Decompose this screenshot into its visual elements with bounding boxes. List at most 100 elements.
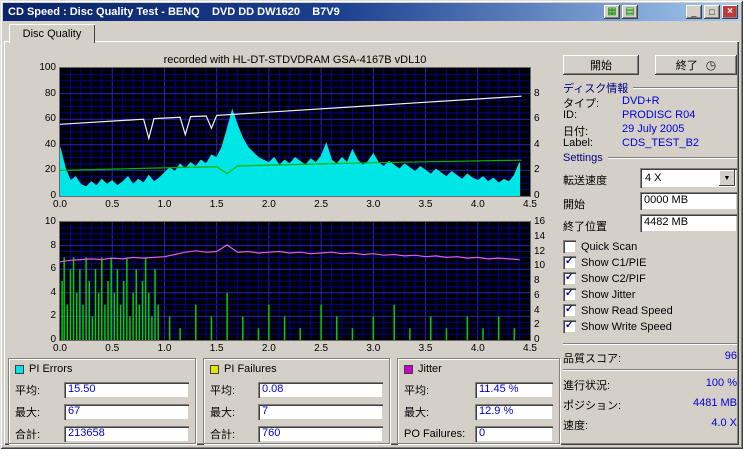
title-bar: CD Speed : Disc Quality Test - BENQ DVD …: [3, 3, 740, 21]
checkbox-label: Quick Scan: [581, 240, 638, 253]
pi-failures-box: PI Failures 平均: 0.08 最大: 7 合計: 760: [203, 358, 390, 444]
chevron-down-icon[interactable]: ▼: [719, 170, 735, 186]
settings-heading: Settings: [563, 152, 737, 164]
progress-row: 進行状況: 100 %: [563, 377, 737, 393]
quality-score-row: 品質スコア: 96: [563, 350, 737, 366]
speed-label: 速度:: [563, 420, 589, 432]
settings-heading-label: Settings: [563, 152, 603, 164]
disc-id-row: ID: PRODISC R04: [563, 109, 737, 121]
recorded-with-label: recorded with HL-DT-STDVDRAM GSA-4167B v…: [163, 54, 427, 66]
pi-errors-header: PI Errors: [15, 362, 189, 376]
divider: [563, 369, 737, 371]
checkbox-box: ✓: [563, 272, 576, 285]
checkbox-show-read-speed[interactable]: ✓ Show Read Speed: [563, 304, 673, 317]
heading-rule: [633, 87, 737, 89]
stat-value: 0: [475, 426, 553, 442]
start-position-field[interactable]: 0000 MB: [640, 192, 737, 210]
divider: [563, 343, 737, 345]
stat-value: 15.50: [64, 382, 189, 398]
stat-row: PO Failures: 0: [404, 426, 553, 442]
check-icon: ✓: [564, 255, 575, 267]
position-label: ポジション:: [563, 400, 622, 412]
checkbox-label: Show C1/PIE: [581, 256, 647, 269]
chart-icon[interactable]: ▦: [604, 5, 620, 19]
stat-value: 213658: [64, 426, 189, 442]
pi-failures-header: PI Failures: [210, 362, 383, 376]
stat-row: 平均: 11.45 %: [404, 382, 553, 398]
pi-errors-legend-icon: [15, 364, 24, 374]
check-icon: ✓: [564, 319, 575, 331]
checkbox-quick-scan[interactable]: Quick Scan: [563, 240, 637, 253]
stat-row: 平均: 15.50: [15, 382, 189, 398]
checkbox-label: Show Read Speed: [581, 304, 673, 317]
disc-label-value: CDS_TEST_B2: [622, 137, 700, 149]
stat-row: 平均: 0.08: [210, 382, 383, 398]
stat-value: 0.08: [258, 382, 383, 398]
tab-disc-quality[interactable]: Disc Quality: [9, 24, 95, 43]
stat-label: 最大:: [404, 407, 430, 419]
checkbox-show-c1-pie[interactable]: ✓ Show C1/PIE: [563, 256, 646, 269]
checkbox-show-c2-pif[interactable]: ✓ Show C2/PIF: [563, 272, 646, 285]
disc-info-heading: ディスク情報: [563, 80, 737, 96]
checkbox-show-jitter[interactable]: ✓ Show Jitter: [563, 288, 635, 301]
pi-errors-box: PI Errors 平均: 15.50 最大: 67 合計: 213658: [8, 358, 196, 444]
speed-combo[interactable]: 4 X ▼: [640, 168, 737, 188]
stat-value: 12.9 %: [475, 404, 553, 420]
stat-value: 7: [258, 404, 383, 420]
pi-failures-title: PI Failures: [224, 363, 277, 375]
jitter-legend-icon: [404, 364, 413, 374]
start-button[interactable]: 開始: [563, 55, 639, 75]
checkbox-box: ✓: [563, 256, 576, 269]
checkbox-box: ✓: [563, 320, 576, 333]
maximize-button[interactable]: □: [704, 5, 720, 19]
speed-combo-value: 4 X: [645, 172, 662, 184]
stat-row: 最大: 67: [15, 404, 189, 420]
stat-row: 最大: 12.9 %: [404, 404, 553, 420]
disc-label-row: Label: CDS_TEST_B2: [563, 137, 737, 149]
checkbox-box: [563, 240, 576, 253]
position-value: 4481 MB: [692, 397, 737, 409]
clock-icon: ◷: [705, 58, 717, 72]
stat-label: 平均:: [210, 385, 236, 397]
stat-row: 合計: 213658: [15, 426, 189, 442]
stop-button[interactable]: 終了 ◷: [655, 55, 737, 75]
close-button[interactable]: ×: [722, 5, 738, 19]
progress-label: 進行状況:: [563, 380, 611, 392]
jitter-box: Jitter 平均: 11.45 % 最大: 12.9 % PO Failure…: [397, 358, 560, 444]
quality-score-label: 品質スコア:: [563, 353, 622, 365]
stat-label: 平均:: [404, 385, 430, 397]
checkbox-label: Show Jitter: [581, 288, 636, 301]
stat-row: 合計: 760: [210, 426, 383, 442]
stat-value: 67: [64, 404, 189, 420]
minimize-button[interactable]: _: [686, 5, 702, 19]
checkbox-box: ✓: [563, 288, 576, 301]
stat-label: 合計:: [15, 429, 41, 441]
check-icon: ✓: [564, 303, 575, 315]
stat-label: 最大:: [210, 407, 236, 419]
stat-label: 平均:: [15, 385, 41, 397]
position-row: ポジション: 4481 MB: [563, 397, 737, 413]
disc-id-label: ID:: [563, 109, 578, 121]
checkbox-box: ✓: [563, 304, 576, 317]
heading-rule: [607, 157, 737, 159]
stat-label: 合計:: [210, 429, 236, 441]
window-title: CD Speed : Disc Quality Test - BENQ DVD …: [8, 6, 340, 18]
check-icon: ✓: [564, 271, 575, 283]
checkbox-label: Show Write Speed: [581, 320, 672, 333]
jitter-title: Jitter: [418, 363, 442, 375]
stat-value: 760: [258, 426, 383, 442]
disc-label-label: Label:: [563, 137, 593, 149]
speed-row: 速度: 4.0 X: [563, 417, 737, 433]
grid-icon[interactable]: ▤: [622, 5, 638, 19]
speed-select-label: 転送速度: [563, 175, 607, 187]
jitter-header: Jitter: [404, 362, 553, 376]
start-button-label: 開始: [590, 60, 612, 72]
stat-value: 11.45 %: [475, 382, 553, 398]
checkbox-show-write-speed[interactable]: ✓ Show Write Speed: [563, 320, 672, 333]
end-position-field[interactable]: 4482 MB: [640, 214, 737, 232]
stat-label: PO Failures:: [404, 428, 466, 440]
check-icon: ✓: [564, 287, 575, 299]
stat-row: 最大: 7: [210, 404, 383, 420]
quality-score-value: 96: [724, 350, 737, 362]
progress-value: 100 %: [705, 377, 737, 389]
